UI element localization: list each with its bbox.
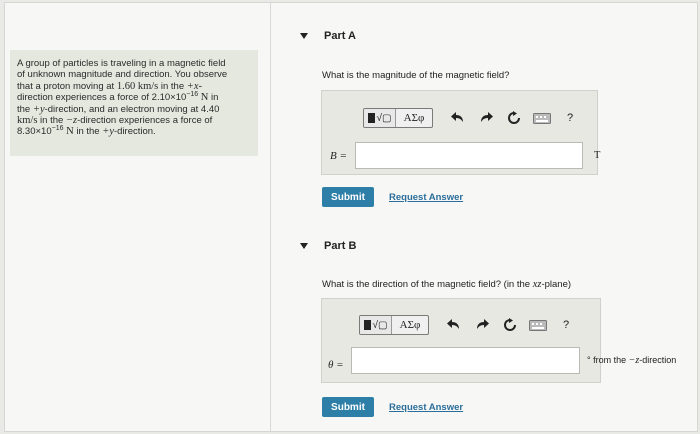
part-a-request-answer-link[interactable]: Request Answer — [389, 192, 463, 203]
problem-line: A group of particles is traveling in a m… — [17, 58, 226, 69]
keyboard-icon[interactable] — [531, 108, 553, 128]
problem-line: direction experiences a force of 2.10×10… — [17, 91, 219, 104]
undo-icon[interactable] — [443, 315, 465, 335]
reset-icon[interactable] — [503, 108, 525, 128]
sqrt-template-icon[interactable]: √▢ — [364, 109, 396, 127]
greek-symbols-icon[interactable]: ΑΣφ — [392, 316, 428, 334]
help-icon[interactable]: ? — [559, 108, 581, 128]
caret-down-icon[interactable] — [300, 243, 308, 249]
part-b-toolbar: √▢ ΑΣφ ? — [359, 315, 577, 335]
help-icon[interactable]: ? — [555, 315, 577, 335]
undo-icon[interactable] — [447, 108, 469, 128]
problem-line: the +y-direction, and an electron moving… — [17, 103, 220, 115]
proton-speed: 1.60 km/s — [116, 80, 159, 92]
column-divider — [270, 2, 271, 432]
problem-line: 8.30×10−16 N in the +y-direction. — [17, 125, 156, 138]
part-a-variable: B = — [330, 150, 347, 162]
part-b-request-answer-link[interactable]: Request Answer — [389, 402, 463, 413]
redo-icon[interactable] — [471, 315, 493, 335]
problem-statement: A group of particles is traveling in a m… — [10, 50, 258, 156]
part-a-submit-button[interactable]: Submit — [322, 187, 374, 207]
direction-symbol: +x- — [186, 80, 203, 92]
template-group: √▢ ΑΣφ — [363, 108, 433, 128]
redo-icon[interactable] — [475, 108, 497, 128]
part-a-question: What is the magnitude of the magnetic fi… — [322, 70, 510, 81]
part-a-toolbar: √▢ ΑΣφ ? — [363, 108, 581, 128]
reset-icon[interactable] — [499, 315, 521, 335]
part-b-submit-button[interactable]: Submit — [322, 397, 374, 417]
problem-line: that a proton moving at 1.60 km/s in the… — [17, 80, 203, 92]
part-a-header[interactable]: Part A — [300, 30, 356, 42]
template-group: √▢ ΑΣφ — [359, 315, 429, 335]
sqrt-template-icon[interactable]: √▢ — [360, 316, 392, 334]
direction-angle-input[interactable] — [351, 347, 580, 374]
greek-symbols-icon[interactable]: ΑΣφ — [396, 109, 432, 127]
part-a-title: Part A — [324, 30, 356, 42]
caret-down-icon[interactable] — [300, 33, 308, 39]
part-b-header[interactable]: Part B — [300, 240, 356, 252]
part-b-title: Part B — [324, 240, 357, 252]
part-b-unit: ° from the −z-direction — [587, 355, 677, 366]
part-a-unit: T — [594, 150, 601, 161]
problem-line: of unknown magnitude and direction. You … — [17, 69, 228, 81]
part-b-variable: θ = — [328, 359, 344, 371]
keyboard-icon[interactable] — [527, 315, 549, 335]
part-b-question: What is the direction of the magnetic fi… — [322, 279, 572, 290]
magnitude-input[interactable] — [355, 142, 583, 169]
